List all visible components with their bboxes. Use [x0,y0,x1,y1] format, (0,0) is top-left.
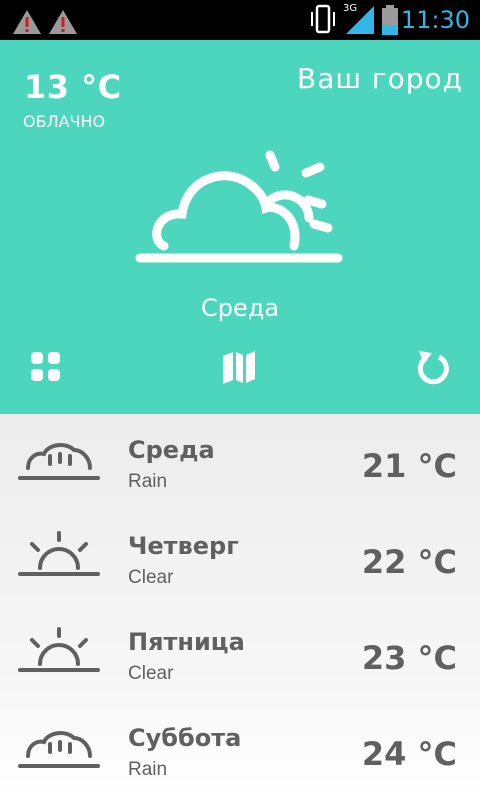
rain-icon [18,443,100,480]
current-day: Среда [200,294,280,322]
vibrate-icon [311,4,335,34]
forecast-description: Rain [128,471,168,492]
partly-cloudy-icon [135,150,343,263]
forecast-row[interactable]: Суббота Rain 24 °C [0,702,480,798]
forecast-temperature: 22 °C [361,543,457,581]
refresh-button[interactable] [414,347,454,387]
rain-icon [18,731,100,768]
forecast-description: Rain [128,759,168,780]
forecast-day: Среда [128,436,215,464]
city-name[interactable]: Ваш город [297,62,463,95]
forecast-temperature: 21 °C [361,447,457,485]
forecast-temperature: 23 °C [361,639,457,677]
current-temperature: 13 °C [24,68,122,106]
current-weather-panel: 13 °C ОБЛАЧНО Ваш город Среда [0,40,480,414]
refresh-icon [417,351,449,385]
grid-icon [31,352,60,381]
sunrise-icon [18,531,100,576]
sunrise-icon [18,627,100,672]
forecast-row[interactable]: Пятница Clear 23 °C [0,606,480,702]
forecast-day: Суббота [128,724,242,752]
forecast-temperature: 24 °C [361,735,457,773]
current-condition: ОБЛАЧНО [23,112,106,131]
status-time: 11:30 [400,6,470,34]
forecast-day: Пятница [128,628,245,656]
forecast-list: Среда Rain 21 °C Четверг Clear 22 °C Пят… [0,414,480,802]
forecast-row[interactable]: Четверг Clear 22 °C [0,510,480,606]
status-bar: 3G 11:30 [0,0,480,40]
forecast-row[interactable]: Среда Rain 21 °C [0,414,480,510]
map-icon [223,351,255,384]
warning-icon [49,10,77,34]
forecast-description: Clear [128,663,174,684]
forecast-description: Clear [128,567,174,588]
forecast-day: Четверг [128,532,239,560]
network-type: 3G [343,3,358,14]
warning-icon [13,10,41,34]
grid-button[interactable] [26,347,66,387]
battery-icon [382,5,398,35]
map-button[interactable] [219,347,259,387]
